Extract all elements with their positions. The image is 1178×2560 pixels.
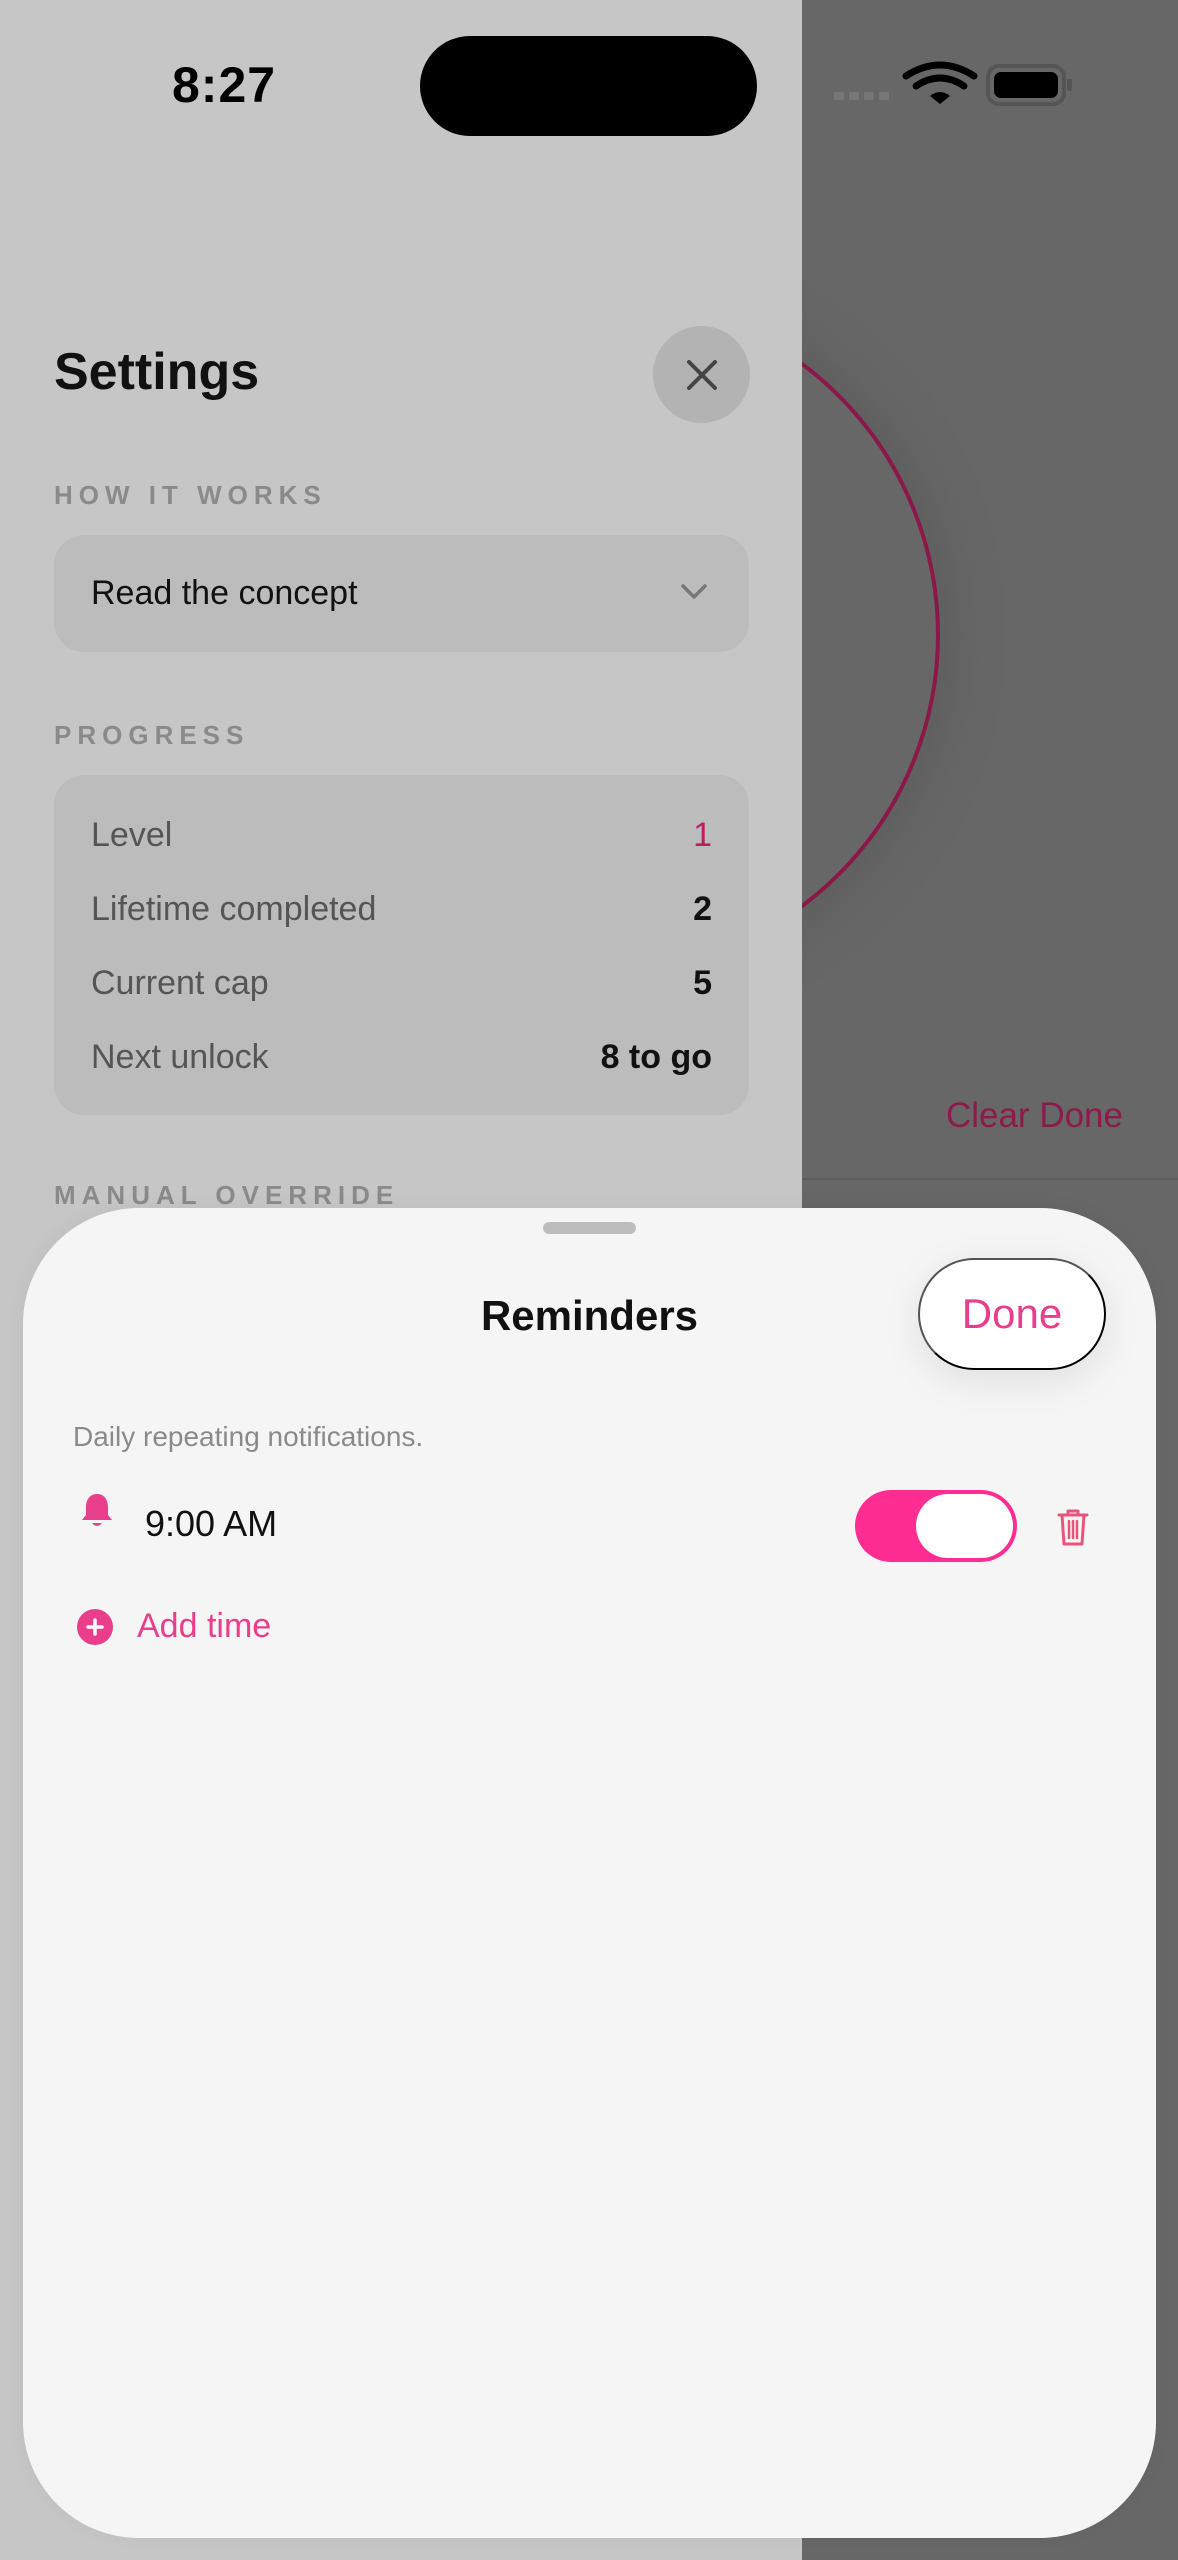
row-value: 8 to go — [600, 1037, 712, 1076]
row-label: Level — [91, 815, 173, 854]
done-button[interactable]: Done — [918, 1258, 1106, 1370]
close-icon — [686, 359, 717, 390]
status-icons — [834, 61, 1072, 106]
close-button[interactable] — [653, 326, 750, 423]
manual-override-label: MANUAL OVERRIDE — [54, 1180, 400, 1210]
reminders-sheet: Reminders Done Daily repeating notificat… — [23, 1208, 1156, 2538]
background-divider — [802, 1178, 1178, 1180]
reminder-toggle[interactable] — [855, 1490, 1017, 1562]
battery-icon — [986, 64, 1072, 106]
reminder-time[interactable]: 9:00 AM — [145, 1503, 277, 1545]
progress-row-current-cap: Current cap 5 — [91, 958, 712, 1008]
signal-icon — [834, 92, 889, 100]
add-time-button[interactable]: Add time — [137, 1607, 271, 1646]
settings-title: Settings — [54, 343, 260, 401]
progress-label: PROGRESS — [54, 720, 250, 750]
row-label: Next unlock — [91, 1037, 269, 1076]
sheet-grabber[interactable] — [543, 1222, 636, 1234]
trash-icon[interactable] — [1054, 1506, 1092, 1548]
toggle-knob — [916, 1494, 1013, 1558]
clear-done-button[interactable]: Clear Done — [946, 1096, 1123, 1136]
progress-row-next-unlock: Next unlock 8 to go — [91, 1032, 712, 1082]
status-time: 8:27 — [172, 57, 277, 113]
row-label: Lifetime completed — [91, 889, 377, 928]
row-value: 2 — [693, 889, 712, 928]
progress-row-level: Level 1 — [91, 810, 712, 860]
sheet-subtitle: Daily repeating notifications. — [73, 1421, 424, 1452]
dynamic-island — [420, 36, 757, 136]
row-label: Current cap — [91, 963, 269, 1002]
plus-circle-icon[interactable] — [76, 1608, 114, 1646]
progress-row-lifetime-completed: Lifetime completed 2 — [91, 884, 712, 934]
chevron-down-icon — [681, 584, 707, 599]
progress-card: Level 1 Lifetime completed 2 Current cap… — [54, 775, 749, 1115]
read-concept-dropdown[interactable]: Read the concept — [54, 535, 749, 652]
read-concept-label: Read the concept — [91, 574, 358, 612]
row-value: 5 — [693, 963, 712, 1002]
how-it-works-label: HOW IT WORKS — [54, 480, 327, 510]
wifi-icon — [902, 61, 978, 104]
bell-icon — [82, 1494, 112, 1526]
row-value: 1 — [693, 815, 712, 854]
